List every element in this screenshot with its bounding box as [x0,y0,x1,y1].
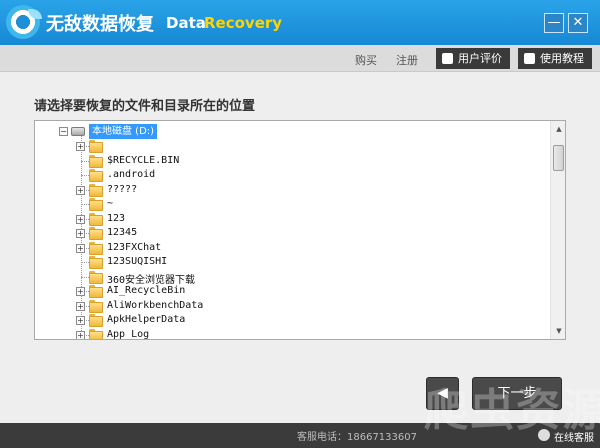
expand-toggle[interactable]: + [76,301,85,311]
scroll-down-icon[interactable]: ▼ [551,323,565,339]
app-logo-icon [6,5,42,39]
folder-tree[interactable]: − 本地磁盘 (D:) + $RECYCLE.BIN .android +????? ~… [34,120,566,340]
tree-item[interactable]: + [35,139,551,154]
tree-item[interactable]: .android [35,168,551,183]
tree-item-label[interactable]: AliWorkbenchData [107,300,203,311]
tree-root-label[interactable]: 本地磁盘 (D:) [89,124,158,139]
scroll-thumb[interactable] [553,145,564,171]
tree-item[interactable]: ~ [35,197,551,212]
tree-item-label[interactable]: 12345 [107,227,137,238]
tree-item[interactable]: + App_Log [35,328,551,340]
folder-icon [89,299,103,313]
minimize-button[interactable]: — [544,13,564,33]
tree-item[interactable]: +123FXChat [35,241,551,256]
folder-icon [89,227,103,240]
status-bar: 客服电话：18667133607 在线客服 [0,423,600,448]
register-link[interactable]: 注册 [396,52,418,68]
brand-name-data: Data [166,14,206,32]
online-service-icon[interactable] [538,429,550,441]
buy-link[interactable]: 购买 [355,52,377,68]
folder-icon [89,285,103,298]
tree-item-label[interactable]: ????? [107,184,137,195]
expand-toggle[interactable]: + [76,214,85,224]
expand-toggle[interactable]: + [76,316,85,325]
scroll-up-icon[interactable]: ▲ [551,121,565,137]
tree-root-drive[interactable]: − 本地磁盘 (D:) [35,124,551,139]
folder-icon [89,328,103,339]
brand-name-recovery: Recovery [204,14,283,32]
help-icon [524,53,535,64]
folder-icon [89,198,103,211]
next-button[interactable]: 下一步 [472,377,562,410]
folder-tree-content: − 本地磁盘 (D:) + $RECYCLE.BIN .android +????? ~… [35,121,551,339]
tree-item-label[interactable]: 123 [107,213,125,224]
instruction-heading: 请选择要恢复的文件和目录所在的位置 [34,99,256,114]
logo-leaf-icon [28,9,42,19]
hotline-text: 客服电话：18667133607 [297,432,417,443]
expand-toggle[interactable]: + [76,330,85,339]
tree-item-label[interactable]: $RECYCLE.BIN [107,155,179,166]
expand-toggle[interactable]: + [76,142,85,151]
expand-toggle[interactable]: + [76,243,85,253]
drive-icon [71,127,85,136]
tutorial-button[interactable]: 使用教程 [518,48,592,69]
thumbs-up-icon [442,53,453,64]
tree-item-label[interactable]: App_Log [107,329,149,340]
app-title: 无敌数据恢复 [46,14,154,35]
tree-item[interactable]: +12345 [35,226,551,241]
top-nav: 购买 注册 用户评价 使用教程 [0,45,600,72]
online-service-link[interactable]: 在线客服 [554,429,594,444]
tree-item[interactable]: +????? [35,183,551,198]
folder-icon [89,169,103,182]
expand-toggle[interactable]: + [76,229,85,238]
folder-icon [89,183,103,197]
tree-item-label[interactable]: .android [107,169,155,180]
folder-icon [89,256,103,269]
folder-icon [89,154,103,168]
back-button[interactable]: ◀ [426,377,459,410]
folder-icon [89,241,103,255]
tutorial-label: 使用教程 [540,52,584,65]
user-review-button[interactable]: 用户评价 [436,48,510,69]
close-button[interactable]: ✕ [568,13,588,33]
tree-item-label[interactable]: AI_RecycleBin [107,285,185,296]
tree-item[interactable]: 123SUQISHI [35,255,551,270]
collapse-toggle[interactable]: − [59,127,68,136]
tree-scrollbar[interactable]: ▲ ▼ [550,121,565,339]
expand-toggle[interactable]: + [76,287,85,296]
user-review-label: 用户评价 [458,52,502,65]
tree-item[interactable]: +123 [35,212,551,227]
tree-item[interactable]: 360安全浏览器下载 [35,270,551,286]
tree-item-label[interactable]: 123SUQISHI [107,256,167,267]
tree-item[interactable]: $RECYCLE.BIN [35,154,551,169]
tree-item-label[interactable]: 123FXChat [107,242,161,253]
expand-toggle[interactable]: + [76,185,85,195]
tree-item[interactable]: + ApkHelperData [35,313,551,328]
tree-item-label[interactable]: ~ [107,198,113,209]
tree-item[interactable]: + AliWorkbenchData [35,299,551,314]
folder-icon [89,212,103,226]
title-bar: 无敌数据恢复 Data Recovery — ✕ [0,0,600,45]
folder-icon [89,270,103,284]
folder-icon [89,140,103,153]
tree-item-label[interactable]: ApkHelperData [107,314,185,325]
folder-icon [89,314,103,327]
tree-item[interactable]: + AI_RecycleBin [35,284,551,299]
